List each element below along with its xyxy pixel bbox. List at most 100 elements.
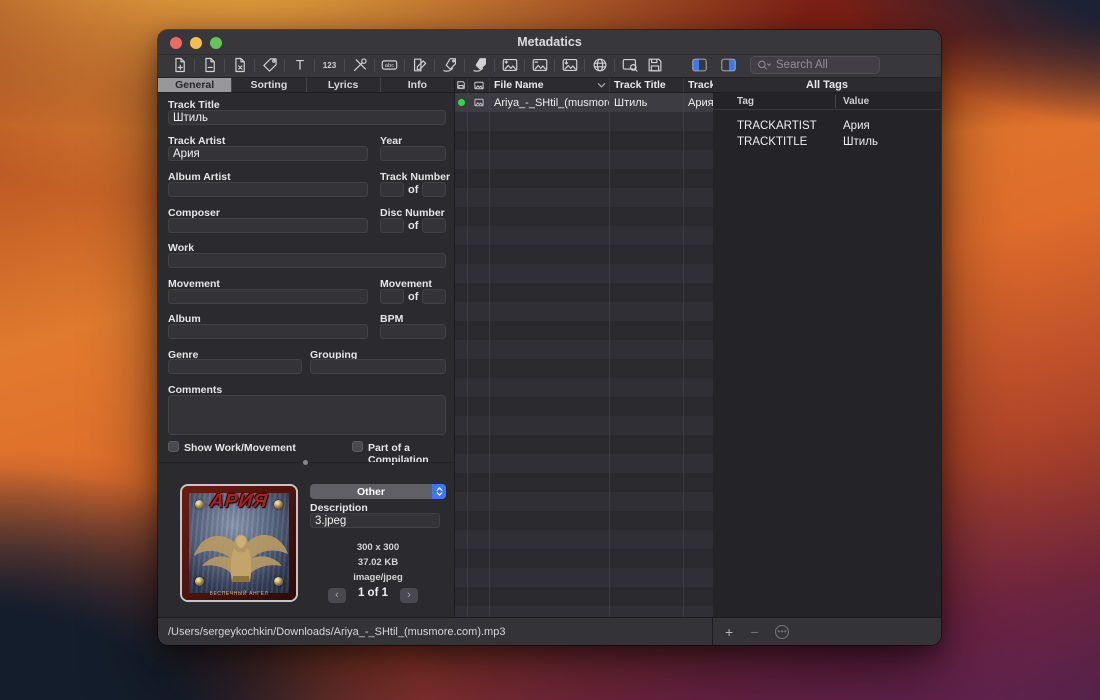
empty-file-row[interactable] — [455, 568, 713, 587]
track-title-field[interactable] — [168, 110, 446, 125]
part-of-compilation-checkbox[interactable] — [352, 441, 363, 452]
movement-number-field[interactable] — [380, 289, 404, 304]
export-artwork-button[interactable] — [560, 56, 579, 75]
tag-row[interactable]: TRACKTITLE Штиль — [713, 134, 941, 150]
empty-file-row[interactable] — [455, 473, 713, 492]
rename-files-button[interactable] — [410, 56, 429, 75]
search-input[interactable]: Search All — [750, 56, 880, 74]
add-artwork-button[interactable] — [500, 56, 519, 75]
track-title-column-header[interactable]: Track Title — [610, 78, 684, 92]
empty-file-row[interactable] — [455, 492, 713, 511]
add-files-button[interactable] — [170, 56, 189, 75]
movement-total-field[interactable] — [422, 289, 446, 304]
empty-file-row[interactable] — [455, 378, 713, 397]
close-files-button[interactable] — [230, 56, 249, 75]
show-work-movement-checkbox[interactable] — [168, 441, 179, 452]
prev-artwork-button[interactable]: ‹ — [328, 588, 346, 603]
artwork-well[interactable]: АРИЯ БЕСПЕЧНЫЙ АНГЕЛ — [180, 484, 298, 602]
empty-file-row[interactable] — [455, 454, 713, 473]
toolbar-separator — [374, 59, 375, 72]
empty-file-row[interactable] — [455, 188, 713, 207]
artwork-type-dropdown[interactable]: Other — [310, 484, 446, 499]
spell-check-button[interactable]: abc — [380, 56, 399, 75]
track-number-field[interactable] — [380, 182, 404, 197]
album-artist-field[interactable] — [168, 182, 368, 197]
track-artist-column-header[interactable]: Track ... — [684, 78, 713, 92]
movement-field[interactable] — [168, 289, 368, 304]
empty-file-row[interactable] — [455, 359, 713, 378]
empty-file-row[interactable] — [455, 435, 713, 454]
empty-file-row[interactable] — [455, 302, 713, 321]
empty-file-row[interactable] — [455, 112, 713, 131]
file-row-selected[interactable]: Ariya_-_SHtil_(musmore.... Штиль Ария — [455, 93, 713, 112]
empty-file-row[interactable] — [455, 131, 713, 150]
empty-file-row[interactable] — [455, 416, 713, 435]
description-field[interactable] — [310, 513, 440, 528]
splitter-handle[interactable] — [303, 460, 308, 465]
remove-artwork-button[interactable] — [530, 56, 549, 75]
toggle-left-panel-button[interactable] — [690, 56, 709, 75]
tab-info[interactable]: Info — [381, 78, 454, 92]
album-field[interactable] — [168, 324, 368, 339]
genre-field[interactable] — [168, 359, 302, 374]
column-divider[interactable] — [835, 95, 836, 108]
tab-general[interactable]: General — [158, 78, 232, 92]
artwork-search-button[interactable] — [620, 56, 639, 75]
toolbar-separator — [254, 59, 255, 72]
grouping-field[interactable] — [310, 359, 446, 374]
tag-column-header[interactable]: Tag — [737, 96, 754, 107]
empty-file-row[interactable] — [455, 169, 713, 188]
empty-file-row[interactable] — [455, 150, 713, 169]
tab-sorting[interactable]: Sorting — [232, 78, 306, 92]
remove-tag-button[interactable]: − — [750, 624, 758, 640]
title-bar[interactable]: Metadatics — [158, 30, 941, 55]
tag-from-filename-button[interactable] — [440, 56, 459, 75]
comments-field[interactable] — [168, 395, 446, 435]
show-work-movement-label: Show Work/Movement — [184, 442, 296, 454]
empty-file-row[interactable] — [455, 587, 713, 606]
save-button[interactable] — [645, 56, 664, 75]
more-options-button[interactable]: ••• — [775, 625, 789, 639]
all-tags-title: All Tags — [713, 78, 941, 93]
toggle-right-panel-button[interactable] — [719, 56, 738, 75]
value-column-header[interactable]: Value — [843, 96, 869, 107]
saved-status-column-header[interactable] — [455, 78, 468, 92]
add-tag-button[interactable]: + — [725, 624, 733, 640]
bpm-field[interactable] — [380, 324, 446, 339]
tag-icon-button[interactable] — [260, 56, 279, 75]
empty-file-row[interactable] — [455, 511, 713, 530]
remove-files-button[interactable] — [200, 56, 219, 75]
filename-from-tag-button[interactable] — [470, 56, 489, 75]
row-file-name: Ariya_-_SHtil_(musmore.... — [490, 93, 610, 112]
web-lookup-button[interactable] — [590, 56, 609, 75]
empty-file-row[interactable] — [455, 606, 713, 617]
track-total-field[interactable] — [422, 182, 446, 197]
empty-file-row[interactable] — [455, 549, 713, 568]
artwork-column-header[interactable] — [468, 78, 490, 92]
empty-file-row[interactable] — [455, 283, 713, 302]
empty-file-row[interactable] — [455, 207, 713, 226]
track-numbering-button[interactable]: 123 — [320, 56, 339, 75]
svg-text:123: 123 — [323, 61, 337, 70]
file-name-column-header[interactable]: File Name — [490, 78, 610, 92]
empty-file-row[interactable] — [455, 321, 713, 340]
empty-file-row[interactable] — [455, 245, 713, 264]
capitalize-button[interactable]: T — [290, 56, 309, 75]
disc-number-field[interactable] — [380, 218, 404, 233]
track-artist-field[interactable] — [168, 146, 368, 161]
disc-total-field[interactable] — [422, 218, 446, 233]
tag-row[interactable]: TRACKARTIST Ария — [713, 118, 941, 134]
year-field[interactable] — [380, 146, 446, 161]
empty-file-row[interactable] — [455, 264, 713, 283]
toolbar-separator — [464, 59, 465, 72]
tools-button[interactable] — [350, 56, 369, 75]
tab-lyrics[interactable]: Lyrics — [307, 78, 381, 92]
empty-file-row[interactable] — [455, 397, 713, 416]
empty-file-row[interactable] — [455, 530, 713, 549]
work-field[interactable] — [168, 253, 446, 268]
artwork-pagination: 1 of 1 — [346, 587, 400, 599]
composer-field[interactable] — [168, 218, 368, 233]
next-artwork-button[interactable]: › — [400, 588, 418, 603]
empty-file-row[interactable] — [455, 340, 713, 359]
empty-file-row[interactable] — [455, 226, 713, 245]
